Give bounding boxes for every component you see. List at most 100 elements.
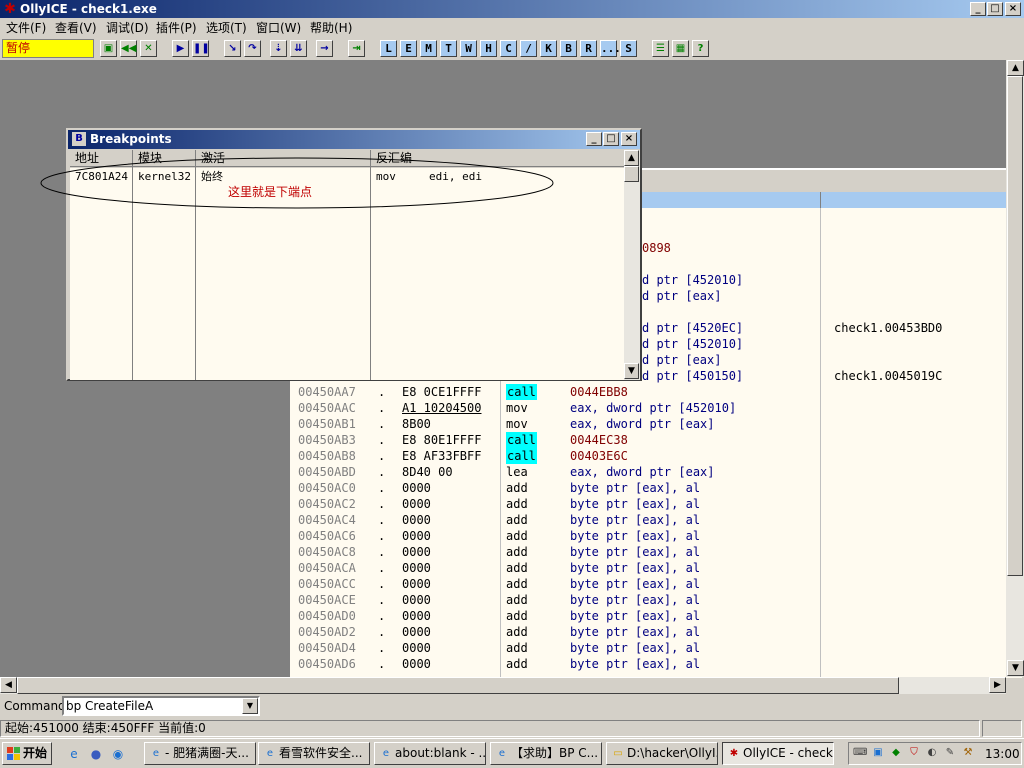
disasm-partial-line[interactable]: d ptr [450150]	[642, 368, 743, 384]
menu-debug[interactable]: 调试(D)	[106, 20, 149, 36]
bp-maximize-button[interactable]: □	[603, 132, 619, 146]
browser-icon[interactable]: ◉	[110, 746, 126, 762]
close-program-icon[interactable]: ✕	[140, 40, 157, 57]
command-input[interactable]: bp CreateFileA	[62, 696, 260, 716]
task-button-3[interactable]: e about:blank - ...	[374, 742, 486, 765]
shield-icon[interactable]: ⛉	[907, 746, 921, 760]
cpu-button[interactable]: C	[500, 40, 517, 57]
disasm-address: 00450AB3	[298, 433, 356, 447]
operand: d ptr [eax]	[642, 289, 722, 303]
disasm-partial-line[interactable]: d ptr [eax]	[642, 288, 721, 304]
open-icon[interactable]: ▣	[100, 40, 117, 57]
step-into-icon[interactable]: ↘	[224, 40, 241, 57]
breakpoints-button[interactable]: B	[560, 40, 577, 57]
breakpoints-scrollbar[interactable]: ▲ ▼	[624, 150, 640, 380]
disasm-hex: 0000	[402, 513, 431, 527]
disasm-partial-line[interactable]: d ptr [4520EC]	[642, 320, 743, 336]
disasm-address: 00450AC0	[298, 481, 356, 495]
ollyice-app-icon: ✱	[4, 1, 16, 17]
ie-icon[interactable]: e	[66, 746, 82, 762]
trace-over-icon[interactable]: ⇊	[290, 40, 307, 57]
close-button[interactable]: ×	[1005, 2, 1021, 16]
bp-close-button[interactable]: ×	[621, 132, 637, 146]
trace-into-icon[interactable]: ⇣	[270, 40, 287, 57]
handles-button[interactable]: H	[480, 40, 497, 57]
input-method-icon[interactable]: ✎	[943, 746, 957, 760]
run-trace-button[interactable]: ...	[600, 40, 621, 57]
grid-icon[interactable]: ▦	[672, 40, 689, 57]
messenger-icon[interactable]: ●	[88, 746, 104, 762]
speaker-icon[interactable]: ◐	[925, 746, 939, 760]
security-icon[interactable]: ◆	[889, 746, 903, 760]
disasm-hex: 8D40 00	[402, 465, 453, 479]
minimize-button[interactable]: _	[970, 2, 986, 16]
task-label: - 肥猪满圈-天...	[165, 746, 249, 760]
disasm-marker: .	[378, 481, 386, 495]
log-window-button[interactable]: L	[380, 40, 397, 57]
task-button-6[interactable]: ✱ OllyICE - check...	[722, 742, 834, 765]
scroll-up-arrow-icon[interactable]: ▲	[1007, 60, 1024, 76]
disasm-partial-line[interactable]: d ptr [452010]	[642, 336, 743, 352]
disasm-partial-line[interactable]: 0898	[642, 240, 671, 256]
disasm-hex: 0000	[402, 625, 431, 639]
disasm-row[interactable]	[290, 432, 1022, 448]
scroll-thumb[interactable]	[1007, 76, 1023, 576]
main-vertical-scrollbar[interactable]: ▲ ▼	[1006, 60, 1024, 677]
hscroll-thumb[interactable]	[17, 677, 899, 694]
menu-help[interactable]: 帮助(H)	[310, 20, 352, 36]
start-button[interactable]: 开始	[2, 742, 52, 765]
call-stack-button[interactable]: K	[540, 40, 557, 57]
bp-scroll-thumb[interactable]	[624, 166, 639, 182]
disasm-partial-line[interactable]: d ptr [452010]	[642, 272, 743, 288]
restore-button[interactable]: □	[987, 2, 1003, 16]
ie-page-icon: e	[498, 748, 506, 759]
help-icon[interactable]: ?	[692, 40, 709, 57]
scroll-left-arrow-icon[interactable]: ◀	[0, 677, 17, 693]
disasm-hex: A1 10204500	[402, 401, 482, 415]
list-icon[interactable]: ☰	[652, 40, 669, 57]
bp-scroll-down-icon[interactable]: ▼	[624, 363, 639, 379]
task-button-4[interactable]: e 【求助】BP C...	[490, 742, 602, 765]
patches-button[interactable]: /	[520, 40, 537, 57]
restart-icon[interactable]: ◀◀	[120, 40, 137, 57]
menu-window[interactable]: 窗口(W)	[256, 20, 301, 36]
network-icon[interactable]: ▣	[871, 746, 885, 760]
debugger-state: 暂停	[2, 39, 94, 58]
clock[interactable]: 13:00	[985, 746, 1020, 762]
disasm-marker: .	[378, 417, 386, 431]
disasm-mnemonic: add	[506, 513, 528, 527]
scroll-right-arrow-icon[interactable]: ▶	[989, 677, 1006, 693]
references-button[interactable]: R	[580, 40, 597, 57]
scroll-down-arrow-icon[interactable]: ▼	[1007, 660, 1024, 676]
menu-options[interactable]: 选项(T)	[206, 20, 247, 36]
run-icon[interactable]: ▶	[172, 40, 189, 57]
disasm-row[interactable]	[290, 448, 1022, 464]
goto-icon[interactable]: ⇥	[348, 40, 365, 57]
chevron-down-icon[interactable]: ▼	[242, 698, 258, 714]
task-button-5[interactable]: ▭ D:\hacker\OllyI...	[606, 742, 718, 765]
tool-icon[interactable]: ⚒	[961, 746, 975, 760]
menu-view[interactable]: 查看(V)	[55, 20, 97, 36]
bp-scroll-up-icon[interactable]: ▲	[624, 150, 639, 166]
main-horizontal-scrollbar[interactable]: ◀ ▶	[0, 677, 1006, 694]
pause-icon[interactable]: ❚❚	[192, 40, 210, 57]
execute-till-return-icon[interactable]: →	[316, 40, 333, 57]
menu-plugins[interactable]: 插件(P)	[156, 20, 197, 36]
disasm-partial-line[interactable]: d ptr [eax]	[642, 352, 721, 368]
task-button-1[interactable]: e - 肥猪满圈-天...	[144, 742, 256, 765]
bp-minimize-button[interactable]: _	[586, 132, 602, 146]
menu-file[interactable]: 文件(F)	[6, 20, 46, 36]
modules-button[interactable]: E	[400, 40, 417, 57]
window-titlebar[interactable]: ✱ OllyICE - check1.exe _ □ ×	[0, 0, 1024, 18]
memory-map-button[interactable]: M	[420, 40, 437, 57]
task-button-2[interactable]: e 看雪软件安全...	[258, 742, 370, 765]
breakpoints-titlebar[interactable]: B Breakpoints _ □ ×	[68, 130, 640, 149]
threads-button[interactable]: T	[440, 40, 457, 57]
step-over-icon[interactable]: ↷	[244, 40, 261, 57]
disasm-marker: .	[378, 513, 386, 527]
disasm-row[interactable]	[290, 384, 1022, 400]
disasm-comment: check1.0045019C	[834, 369, 943, 383]
windows-button[interactable]: W	[460, 40, 477, 57]
source-button[interactable]: S	[620, 40, 637, 57]
keyboard-icon[interactable]: ⌨	[853, 746, 867, 760]
